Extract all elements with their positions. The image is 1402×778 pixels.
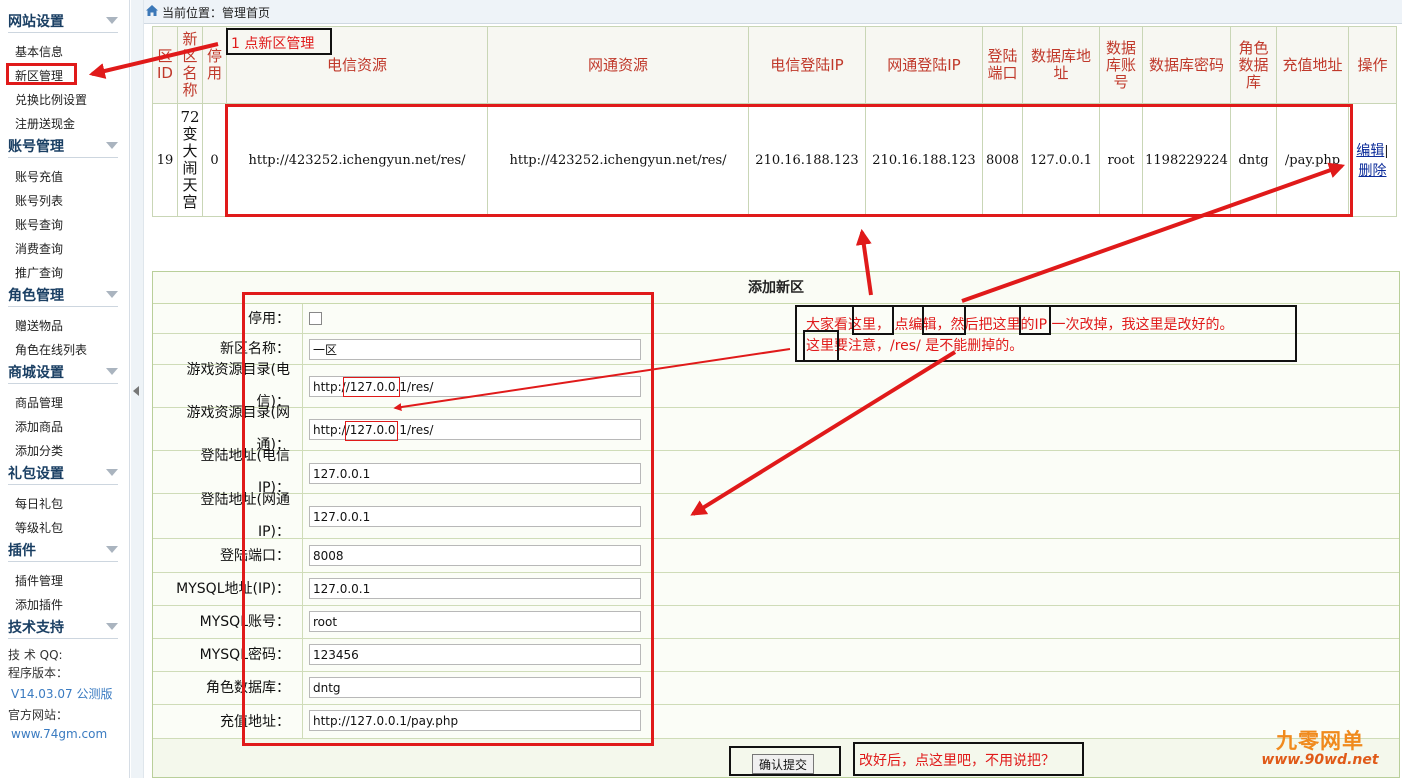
annotation-ip-box (345, 421, 398, 441)
version-value: V14.03.07 公测版 (11, 687, 113, 701)
sidebar-item-goods-manage[interactable]: 商品管理 (15, 394, 63, 411)
sidebar-group-site-settings[interactable]: 网站设置 (0, 10, 122, 33)
site-label: 官方网站： (8, 708, 69, 722)
sidebar-item-online-roles[interactable]: 角色在线列表 (15, 341, 87, 358)
sidebar-group-title: 角色管理 (8, 288, 64, 304)
watermark-brand: 九零网单 (1276, 729, 1364, 753)
breadcrumb-bar: 当前位置：管理首页 (144, 0, 1402, 24)
annotation-word-box (803, 330, 839, 362)
sidebar: 网站设置 基本信息 新区管理 兑换比例设置 注册送现金 账号管理 账号充值 账号… (0, 0, 130, 778)
watermark-url: www.90wd.net (1261, 752, 1379, 768)
col-header: 停用 (202, 25, 227, 105)
sidebar-item-recharge[interactable]: 账号充值 (15, 168, 63, 185)
chevron-down-icon[interactable] (106, 142, 118, 149)
sidebar-item-exchange-ratio[interactable]: 兑换比例设置 (15, 91, 87, 108)
collapse-left-icon[interactable] (133, 386, 139, 396)
chevron-down-icon[interactable] (106, 623, 118, 630)
annotation-submit-note-text: 改好后，点这里吧，不用说把？ (859, 753, 1055, 769)
divider (8, 306, 118, 307)
sidebar-item-gift-items[interactable]: 赠送物品 (15, 317, 63, 334)
annotation-ip-box (343, 377, 400, 397)
sidebar-group-gift[interactable]: 礼包设置 (0, 462, 122, 485)
sidebar-group-title: 礼包设置 (8, 466, 64, 482)
sidebar-item-basic-info[interactable]: 基本信息 (15, 43, 63, 60)
cell-actions: 编辑| 删除 (1348, 103, 1397, 217)
sidebar-item-daily-gift[interactable]: 每日礼包 (15, 495, 63, 512)
divider (8, 383, 118, 384)
annotation-row-box (225, 104, 1353, 217)
sidebar-group-support[interactable]: 技术支持 (0, 616, 122, 639)
sidebar-group-title: 网站设置 (8, 14, 64, 30)
site-link[interactable]: www.74gm.com (11, 727, 107, 741)
annotation-word-box (852, 305, 894, 335)
sidebar-group-title: 账号管理 (8, 139, 64, 155)
edit-link[interactable]: 编辑 (1356, 143, 1384, 159)
sidebar-item-add-category[interactable]: 添加分类 (15, 442, 63, 459)
cell-name: 72变大闹天宫 (177, 103, 203, 217)
sidebar-item-level-gift[interactable]: 等级礼包 (15, 519, 63, 536)
chevron-down-icon[interactable] (106, 17, 118, 24)
annotation-submit-box (729, 746, 841, 776)
sidebar-item-account-query[interactable]: 账号查询 (15, 216, 63, 233)
support-qq-label: 技 术 QQ: (8, 648, 63, 662)
cell-disabled: 0 (202, 103, 227, 217)
sidebar-item-register-cash[interactable]: 注册送现金 (15, 115, 75, 132)
sidebar-item-add-plugin[interactable]: 添加插件 (15, 596, 63, 613)
annotation-word-box (1019, 305, 1051, 335)
watermark-logo: 九零网单 www.90wd.net (1244, 725, 1396, 775)
version-label: 程序版本： (8, 666, 69, 680)
sidebar-group-title: 插件 (8, 543, 36, 559)
col-header: 操作 (1348, 25, 1397, 105)
annotation-form-box (242, 292, 654, 746)
sidebar-item-add-goods[interactable]: 添加商品 (15, 418, 63, 435)
col-header: 充值地址 (1276, 25, 1349, 105)
delete-link[interactable]: 删除 (1359, 163, 1387, 179)
breadcrumb: 当前位置：管理首页 (162, 6, 271, 20)
col-header: 登陆端口 (982, 25, 1023, 105)
sidebar-group-account[interactable]: 账号管理 (0, 135, 122, 158)
col-header: 网通资源 (487, 25, 749, 105)
divider (8, 484, 118, 485)
col-header: 角色数据库 (1230, 25, 1277, 105)
col-header: 数据库地址 (1022, 25, 1100, 105)
divider (8, 32, 118, 33)
annotation-word-box (922, 305, 966, 335)
sidebar-item-consume-query[interactable]: 消费查询 (15, 240, 63, 257)
sidebar-item-promo-query[interactable]: 推广查询 (15, 264, 63, 281)
sidebar-group-shop[interactable]: 商城设置 (0, 361, 122, 384)
col-header: 数据库密码 (1142, 25, 1231, 105)
divider (8, 561, 118, 562)
col-header: 电信登陆IP (748, 25, 866, 105)
sidebar-item-account-list[interactable]: 账号列表 (15, 192, 63, 209)
sidebar-collapse-bar[interactable] (131, 0, 144, 778)
annotation-step1-box: 1 点新区管理 (226, 28, 332, 55)
annotation-highlight-box (6, 63, 77, 85)
chevron-down-icon[interactable] (106, 469, 118, 476)
chevron-down-icon[interactable] (106, 291, 118, 298)
divider (8, 638, 118, 639)
annotation-submit-note-box: 改好后，点这里吧，不用说把？ (853, 742, 1084, 776)
chevron-down-icon[interactable] (106, 368, 118, 375)
divider (8, 157, 118, 158)
sidebar-group-role[interactable]: 角色管理 (0, 284, 122, 307)
cell-id: 19 (152, 103, 178, 217)
sidebar-item-plugin-manage[interactable]: 插件管理 (15, 572, 63, 589)
chevron-down-icon[interactable] (106, 546, 118, 553)
sidebar-group-title: 商城设置 (8, 365, 64, 381)
col-header: 新区名称 (177, 25, 203, 105)
table-header-row: 区ID 新区名称 停用 电信资源 网通资源 电信登陆IP 网通登陆IP 登陆端口… (152, 25, 1397, 105)
col-header: 数据库账号 (1099, 25, 1143, 105)
col-header: 区ID (152, 25, 178, 105)
annotation-step1-text: 1 点新区管理 (231, 36, 315, 52)
sidebar-group-title: 技术支持 (8, 620, 64, 636)
sidebar-group-plugins[interactable]: 插件 (0, 539, 122, 562)
col-header: 网通登陆IP (865, 25, 983, 105)
home-icon (146, 5, 158, 16)
